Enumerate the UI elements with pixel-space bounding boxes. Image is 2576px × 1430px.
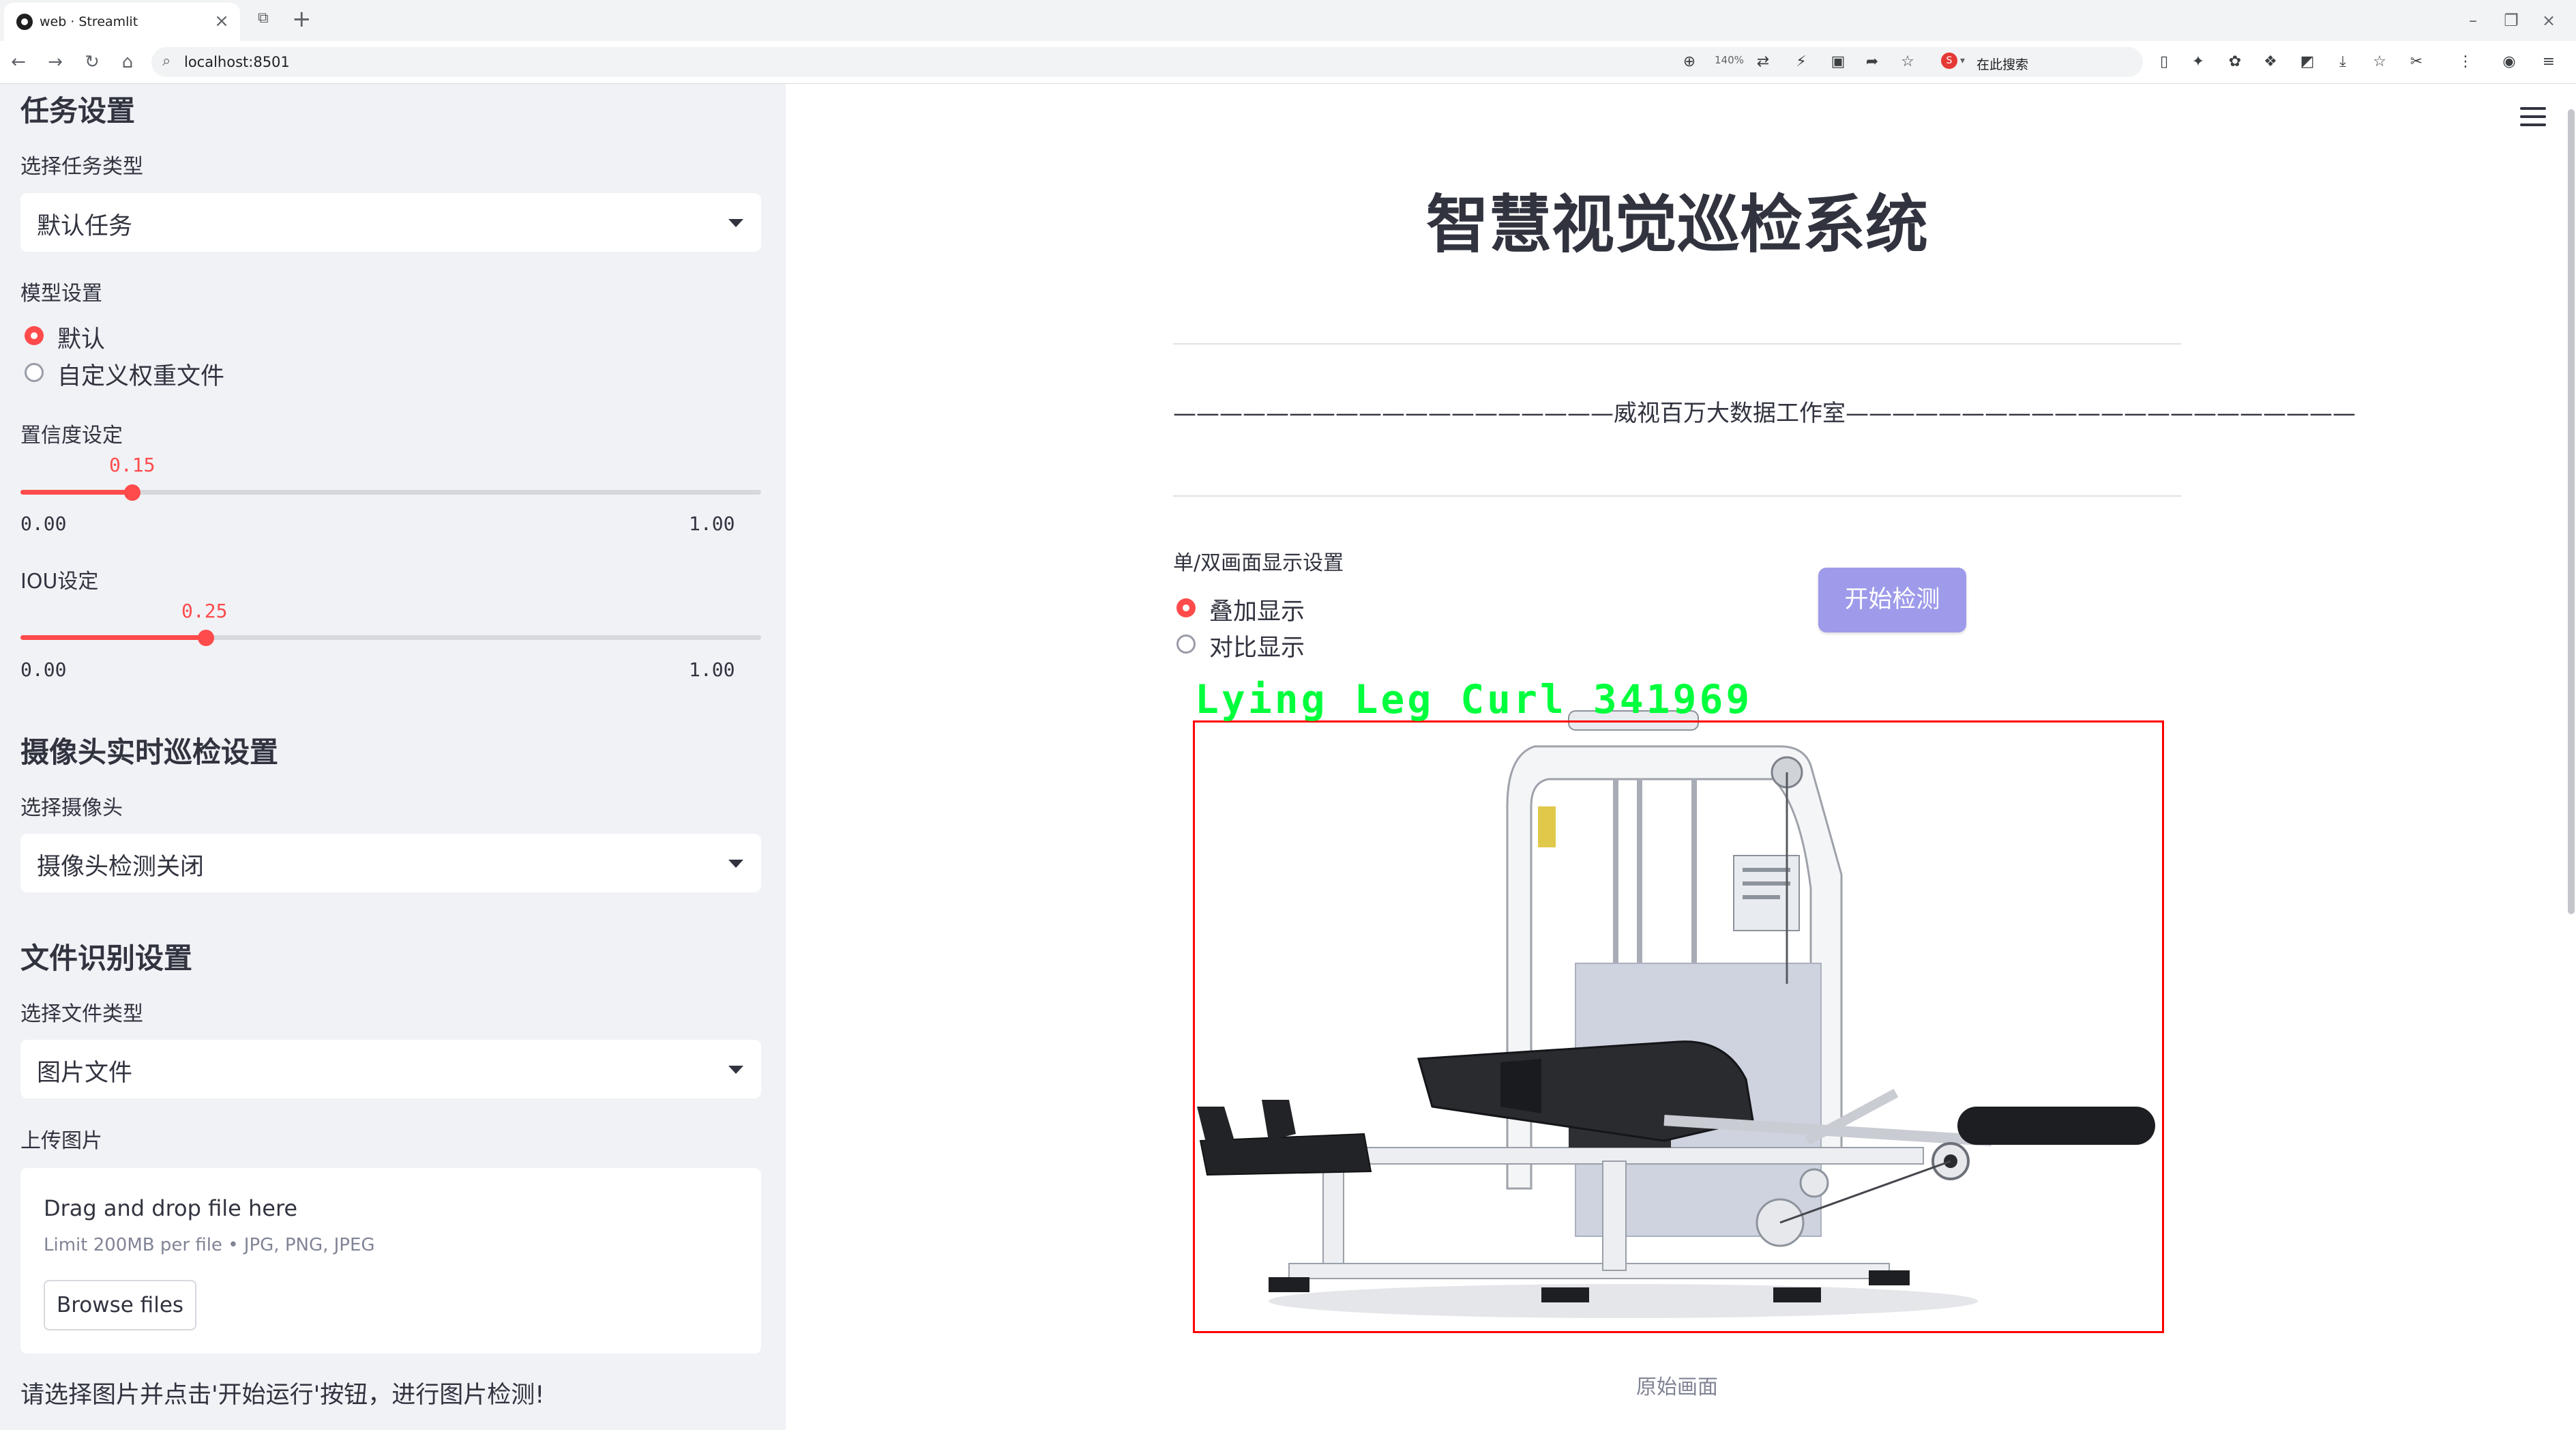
chevron-down-icon xyxy=(728,1066,743,1074)
close-window-icon[interactable]: × xyxy=(2535,7,2562,34)
iou-slider-thumb[interactable] xyxy=(198,630,214,646)
file-uploader-dropzone[interactable]: Drag and drop file here Limit 200MB per … xyxy=(20,1168,761,1354)
confidence-slider-fill xyxy=(20,490,132,495)
radio-display-overlay[interactable] xyxy=(1176,598,1196,617)
reload-icon[interactable]: ↻ xyxy=(79,49,105,75)
radio-display-compare[interactable] xyxy=(1176,634,1196,654)
radio-display-overlay-label: 叠加显示 xyxy=(1209,598,1305,626)
radio-display-compare-label: 对比显示 xyxy=(1209,634,1305,662)
extension-icon[interactable]: ✦ xyxy=(2188,52,2208,72)
image-caption: 原始画面 xyxy=(1636,1375,1718,1399)
iou-label: IOU设定 xyxy=(20,570,99,594)
task-type-value: 默认任务 xyxy=(37,213,133,240)
iou-slider-max: 1.00 xyxy=(689,658,735,681)
page-title: 智慧视觉巡检系统 xyxy=(1425,188,1928,261)
tab-groups-icon[interactable]: ⧉ xyxy=(258,10,269,27)
profile-avatar-icon[interactable]: ◉ xyxy=(2499,52,2519,72)
sidebar: 任务设置 选择任务类型 默认任务 模型设置 默认 自定义权重文件 置信度设定 0… xyxy=(0,84,786,1430)
share-icon[interactable]: ➦ xyxy=(1862,52,1882,72)
restore-icon[interactable]: ❐ xyxy=(2498,7,2525,34)
camera-select[interactable]: 摄像头检测关闭 xyxy=(20,834,761,892)
divider xyxy=(1173,495,2181,497)
radio-model-default-label: 默认 xyxy=(57,326,106,353)
radio-model-custom-label: 自定义权重文件 xyxy=(57,363,225,390)
home-icon[interactable]: ⌂ xyxy=(115,49,140,75)
camera-section-title: 摄像头实时巡检设置 xyxy=(20,735,279,769)
radio-model-default[interactable] xyxy=(25,326,44,345)
extension-icon[interactable]: ◩ xyxy=(2297,52,2318,72)
file-type-value: 图片文件 xyxy=(37,1060,133,1087)
camera-label: 选择摄像头 xyxy=(20,796,123,820)
uploader-limit: Limit 200MB per file • JPG, PNG, JPEG xyxy=(44,1235,375,1255)
zoom-level: 140% xyxy=(1715,54,1744,66)
zoom-icon[interactable]: ⊕ xyxy=(1679,52,1700,72)
mobile-icon[interactable]: ▯ xyxy=(2154,52,2174,72)
screenshot-icon[interactable]: ▣ xyxy=(1828,52,1848,72)
favorites-icon[interactable]: ☆ xyxy=(2369,52,2390,72)
start-detection-button[interactable]: 开始检测 xyxy=(1818,568,1966,632)
search-placeholder: 在此搜索 xyxy=(1977,57,2029,72)
browser-tab[interactable]: web · Streamlit × xyxy=(4,3,240,41)
iou-slider-min: 0.00 xyxy=(20,658,67,681)
new-tab-icon[interactable]: + xyxy=(292,5,312,33)
url-search-icon: ⌕ xyxy=(162,53,171,70)
browser-menu-icon[interactable]: ≡ xyxy=(2538,52,2559,72)
hamburger-menu-icon[interactable] xyxy=(2520,107,2546,128)
tab-close-icon[interactable]: × xyxy=(211,11,232,31)
browse-files-button[interactable]: Browse files xyxy=(44,1280,196,1330)
browser-tab-bar: web · Streamlit × ⧉ + – ❐ × xyxy=(0,0,2576,41)
extension-icon[interactable]: ✿ xyxy=(2225,52,2245,72)
lightning-icon[interactable]: ⚡ xyxy=(1791,52,1811,72)
task-type-label: 选择任务类型 xyxy=(20,155,143,179)
browser-search-box[interactable]: S ▾ 在此搜索 xyxy=(1936,47,2140,77)
extension-icon[interactable]: ❖ xyxy=(2260,52,2281,72)
file-type-select[interactable]: 图片文件 xyxy=(20,1040,761,1098)
display-setting-label: 单/双画面显示设置 xyxy=(1173,551,1344,575)
back-icon[interactable]: ← xyxy=(5,49,31,75)
iou-slider-fill xyxy=(20,635,206,640)
file-type-label: 选择文件类型 xyxy=(20,1002,143,1026)
task-section-title: 任务设置 xyxy=(20,94,136,128)
confidence-slider-max: 1.00 xyxy=(689,512,735,535)
studio-line: ———————————————————威视百万大数据工作室———————————… xyxy=(1173,400,2356,427)
chevron-down-icon xyxy=(728,219,743,227)
download-icon[interactable]: ⤓ xyxy=(2333,52,2353,72)
model-section-label: 模型设置 xyxy=(20,282,102,306)
chevron-down-icon: ▾ xyxy=(1960,55,1966,66)
tab-title: web · Streamlit xyxy=(40,14,138,29)
uploader-title: Drag and drop file here xyxy=(44,1195,298,1221)
sidebar-hint: 请选择图片并点击'开始运行'按钮，进行图片检测! xyxy=(20,1382,545,1409)
search-engine-icon: S xyxy=(1941,53,1957,69)
confidence-slider-thumb[interactable] xyxy=(124,484,140,501)
camera-value: 摄像头检测关闭 xyxy=(37,853,205,881)
page-scrollbar[interactable] xyxy=(2568,109,2575,914)
detection-bounding-box xyxy=(1193,720,2164,1333)
translate-icon[interactable]: ⇄ xyxy=(1753,52,1773,72)
upload-label: 上传图片 xyxy=(20,1129,102,1153)
confidence-label: 置信度设定 xyxy=(20,424,123,448)
streamlit-favicon-icon xyxy=(16,14,33,30)
radio-model-custom[interactable] xyxy=(25,363,44,382)
address-bar: ← → ↻ ⌂ ⌕ localhost:8501 ⊕ 140% ⇄ ⚡ ▣ ➦ … xyxy=(0,41,2576,84)
bookmark-star-icon[interactable]: ☆ xyxy=(1897,52,1918,72)
more-menu-icon[interactable]: ⋮ xyxy=(2455,52,2476,72)
iou-slider-track[interactable] xyxy=(20,635,761,640)
detection-result-image: Lying Leg Curl 341969 xyxy=(1187,670,2169,1339)
confidence-slider-value: 0.15 xyxy=(109,454,156,476)
confidence-slider-min: 0.00 xyxy=(20,512,67,535)
iou-slider-value: 0.25 xyxy=(181,600,228,622)
minimize-icon[interactable]: – xyxy=(2459,7,2487,34)
divider xyxy=(1173,343,2181,345)
task-type-select[interactable]: 默认任务 xyxy=(20,193,761,252)
url-text: localhost:8501 xyxy=(184,54,290,70)
file-section-title: 文件识别设置 xyxy=(20,942,193,975)
forward-icon[interactable]: → xyxy=(42,49,68,75)
scissors-icon[interactable]: ✂ xyxy=(2406,52,2427,72)
chevron-down-icon xyxy=(728,860,743,868)
detection-label: Lying Leg Curl 341969 xyxy=(1195,676,1753,723)
